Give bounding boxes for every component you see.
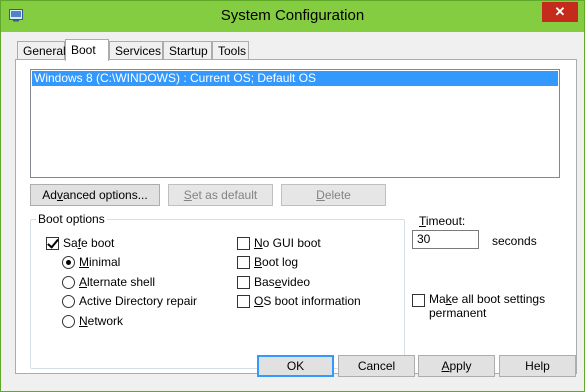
access-key: M [79, 255, 89, 269]
checkbox-box [237, 236, 250, 250]
minimal-radio[interactable]: Minimal [62, 255, 120, 269]
network-radio[interactable]: Network [62, 314, 123, 328]
radio-label: lternate shell [87, 275, 156, 289]
checkbox-label: oot log [262, 255, 299, 269]
access-key: e [274, 275, 282, 289]
ok-button[interactable]: OK [257, 355, 334, 377]
checkbox-box [412, 294, 425, 307]
button-label: elete [324, 188, 351, 202]
access-key: B [254, 255, 263, 269]
access-key: A [441, 359, 450, 373]
cancel-button[interactable]: Cancel [338, 355, 415, 377]
boot-tab-panel: Windows 8 (C:\WINDOWS) : Current OS; Def… [15, 59, 577, 374]
checkbox-label: Bas [254, 275, 275, 289]
checkbox-box [237, 255, 250, 269]
access-key: A [79, 275, 88, 289]
tab-boot[interactable]: Boot [65, 39, 109, 61]
boot-log-checkbox[interactable]: Boot log [237, 255, 298, 269]
tab-startup[interactable]: Startup [163, 41, 212, 59]
checkbox-label-line2: permanent [429, 306, 487, 320]
apply-button[interactable]: Apply [418, 355, 495, 377]
make-permanent-label: Make all boot settings permanent [429, 292, 545, 320]
checkbox-label: e boot [81, 236, 115, 250]
timeout-label: Timeout: [419, 214, 465, 228]
close-button[interactable]: ✕ [542, 2, 578, 22]
safe-boot-checkbox[interactable]: Sa f e boot [46, 235, 115, 250]
timeout-input[interactable]: 30 [412, 230, 479, 249]
tab-tools[interactable]: Tools [212, 41, 249, 59]
boot-entries-list[interactable]: Windows 8 (C:\WINDOWS) : Current OS; Def… [30, 69, 560, 178]
window-title: System Configuration [220, 7, 365, 24]
checkbox-box [237, 275, 250, 289]
button-label: Ad [42, 188, 57, 202]
radio-label: inimal [89, 255, 121, 269]
checkbox-label: Sa [63, 236, 78, 250]
delete-button[interactable]: Delete [281, 184, 386, 206]
timeout-unit-label: seconds [492, 234, 537, 248]
checkbox-label: o GUI boot [262, 236, 321, 250]
checkbox-label: S boot information [263, 294, 361, 308]
radio-circle [62, 294, 75, 308]
checkmark-icon [47, 235, 59, 249]
os-boot-information-checkbox[interactable]: OS boot information [237, 294, 361, 308]
advanced-options-button[interactable]: Advanced options... [30, 184, 160, 206]
radio-circle [62, 314, 75, 328]
checkbox-label: Ma [429, 292, 446, 306]
access-key: S [183, 188, 192, 202]
boot-options-label: Boot options [36, 212, 107, 226]
button-label: et as default [191, 188, 258, 202]
tab-services[interactable]: Services [109, 41, 163, 59]
timeout-label-text: imeout: [425, 214, 466, 228]
alternate-shell-radio[interactable]: Alternate shell [62, 275, 155, 289]
close-icon: ✕ [554, 4, 566, 19]
access-key: D [316, 188, 325, 202]
dialog-body: General Boot Services Startup Tools Wind… [8, 32, 577, 386]
radio-label: Active Directory repair [79, 294, 198, 308]
radio-circle [62, 275, 75, 289]
access-key: T [419, 214, 426, 228]
no-gui-boot-checkbox[interactable]: No GUI boot [237, 236, 321, 250]
radio-dot-icon [66, 259, 71, 265]
access-key: N [254, 236, 263, 250]
set-as-default-button[interactable]: Set as default [168, 184, 273, 206]
title-bar[interactable]: System Configuration ✕ [1, 1, 584, 32]
make-permanent-checkbox[interactable]: Make all boot settings permanent [412, 292, 545, 320]
base-video-checkbox[interactable]: Bas e video [237, 275, 310, 289]
access-key: N [79, 314, 88, 328]
button-label: anced options... [62, 188, 148, 202]
tab-general[interactable]: General [17, 41, 66, 59]
checkbox-label: video [281, 275, 311, 289]
checkbox-label: e all boot settings [451, 292, 546, 306]
system-configuration-window: System Configuration ✕ General Boot Serv… [0, 0, 585, 392]
radio-label: etwork [87, 314, 124, 328]
active-directory-repair-radio[interactable]: Active Directory repair [62, 294, 197, 308]
help-button[interactable]: Help [499, 355, 576, 377]
button-label: pply [449, 359, 472, 373]
checkbox-box [237, 294, 250, 308]
list-item[interactable]: Windows 8 (C:\WINDOWS) : Current OS; Def… [32, 71, 558, 86]
access-key: O [254, 294, 264, 308]
radio-circle [62, 255, 75, 269]
checkbox-box [46, 235, 59, 250]
